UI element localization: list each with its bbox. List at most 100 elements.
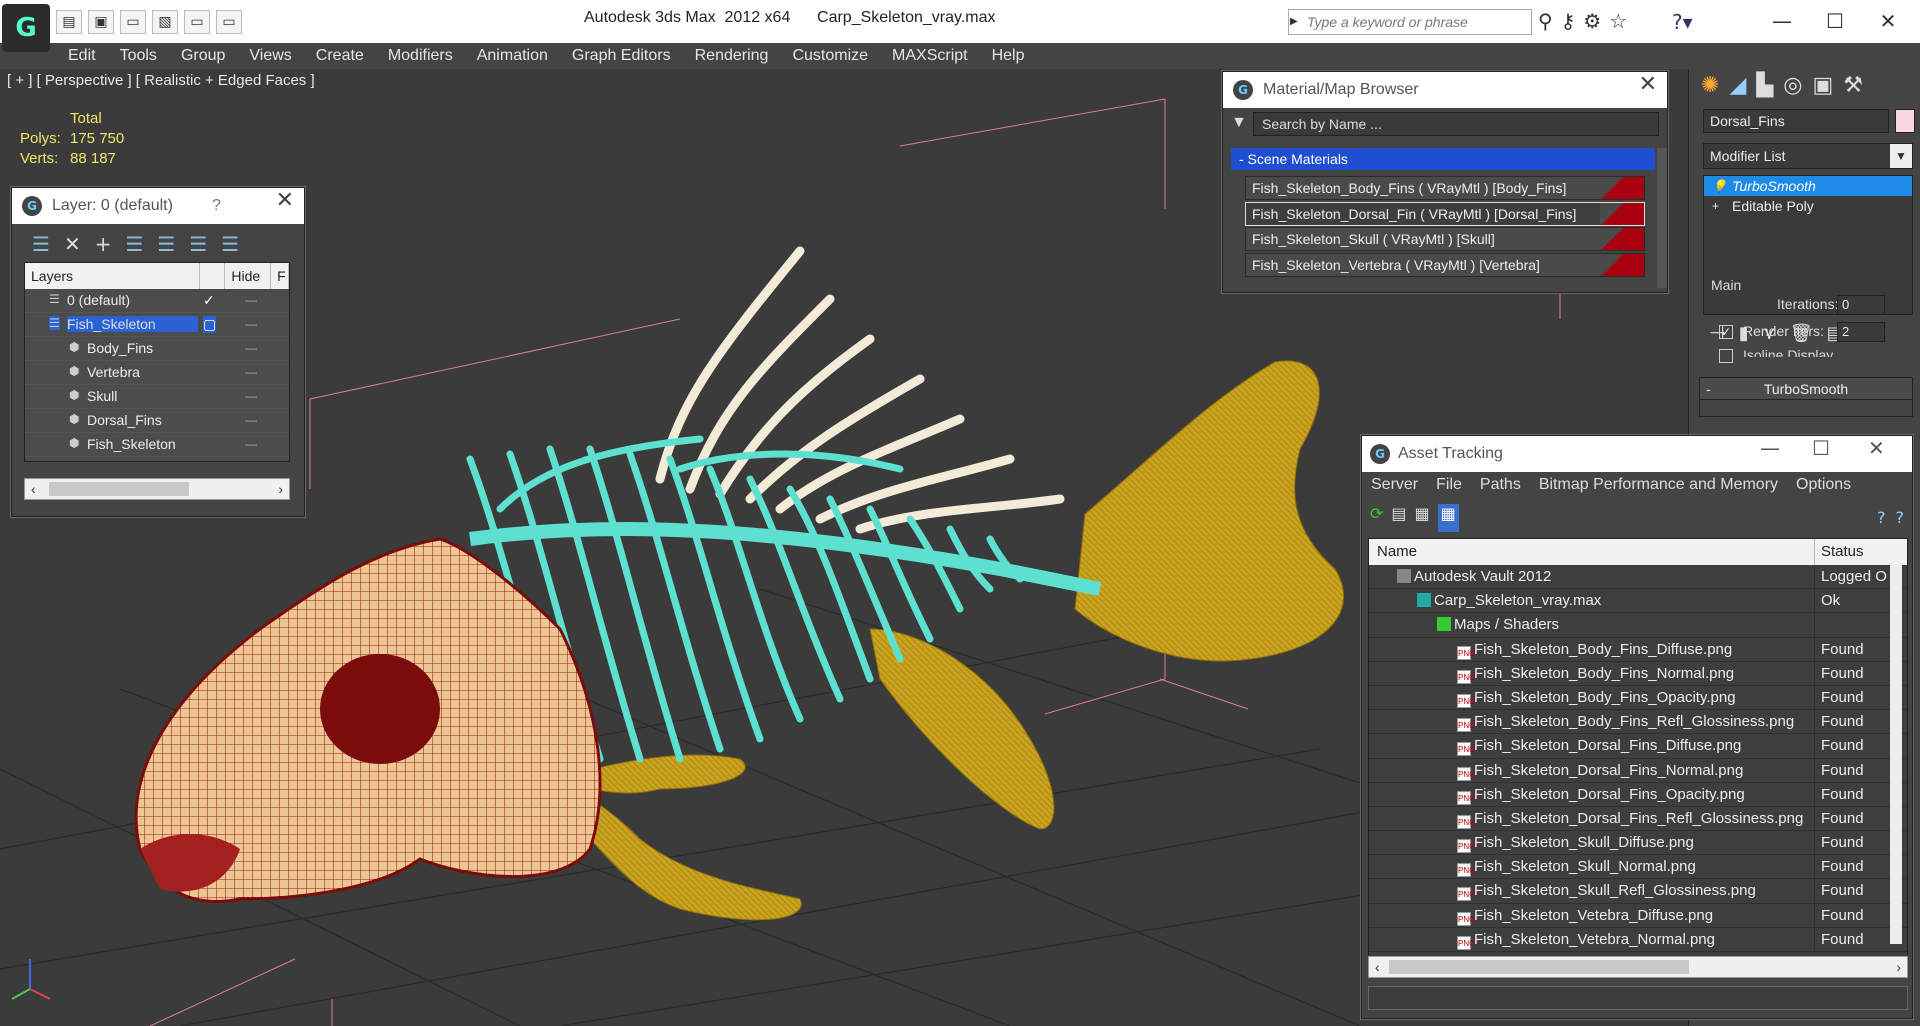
stack-item-editable-poly[interactable]: + Editable Poly	[1704, 196, 1912, 216]
menu-maxscript[interactable]: MAXScript	[880, 47, 980, 65]
menu-help[interactable]: Help	[980, 47, 1037, 65]
viewport-label[interactable]: [ + ] [ Perspective ] [ Realistic + Edge…	[7, 72, 315, 89]
key-icon[interactable]: ⚷	[1561, 9, 1576, 33]
scroll-right-icon[interactable]: ›	[1896, 957, 1901, 977]
asset-tracking-titlebar[interactable]: G Asset Tracking — ☐ ✕	[1362, 436, 1912, 472]
asset-row[interactable]: PNGFish_Skeleton_Vetebra_Diffuse.png Foun…	[1369, 903, 1907, 928]
layer-row[interactable]: ☰ Fish_Skeleton ▢ —	[25, 313, 289, 337]
hide-all-icon[interactable]: ☰	[189, 232, 207, 264]
status-column-header[interactable]: Status	[1815, 539, 1864, 565]
iterations-spinner[interactable]: 0	[1837, 295, 1885, 315]
asset-menu-options[interactable]: Options	[1787, 476, 1860, 494]
create-layer-icon[interactable]: ☰	[32, 232, 50, 264]
material-item[interactable]: Fish_Skeleton_Vertebra ( VRayMtl ) [Vert…	[1245, 252, 1645, 277]
create-tab-icon[interactable]: ✺	[1701, 73, 1719, 105]
object-name-field[interactable]: Dorsal_Fins	[1703, 109, 1889, 133]
asset-menu-file[interactable]: File	[1427, 476, 1471, 494]
asset-row[interactable]: Carp_Skeleton_vray.max Ok	[1369, 589, 1907, 614]
asset-row[interactable]: Maps / Shaders	[1369, 613, 1907, 638]
layer-row[interactable]: ⬢ Dorsal_Fins —	[25, 409, 289, 433]
hide-toggle-icon[interactable]: —	[245, 365, 257, 379]
asset-row[interactable]: PNGFish_Skeleton_Skull_Refl_Glossiness.p…	[1369, 879, 1907, 904]
collapse-icon[interactable]: -	[1706, 378, 1711, 400]
asset-row[interactable]: PNGFish_Skeleton_Dorsal_Fins_Normal.png F…	[1369, 758, 1907, 783]
asset-maximize-button[interactable]: ☐	[1812, 436, 1830, 460]
asset-minimize-button[interactable]: —	[1760, 436, 1780, 460]
asset-menu-server[interactable]: Server	[1362, 476, 1427, 494]
rollout-title[interactable]: - TurboSmooth	[1700, 378, 1912, 400]
open-icon[interactable]: ▣	[88, 10, 114, 34]
asset-row[interactable]: PNGFish_Skeleton_Body_Fins_Diffuse.png Fo…	[1369, 637, 1907, 662]
utilities-tab-icon[interactable]: ⚒	[1843, 73, 1863, 105]
menu-create[interactable]: Create	[304, 47, 376, 65]
material-search-input[interactable]: Search by Name ...	[1253, 112, 1659, 136]
table-view-icon[interactable]: ▦	[1437, 504, 1459, 532]
layer-row[interactable]: ⬢ Fish_Skeleton —	[25, 433, 289, 457]
asset-row[interactable]: PNGFish_Skeleton_Vetebra_Normal.png Found	[1369, 927, 1907, 952]
hide-toggle-icon[interactable]: —	[245, 413, 257, 427]
menu-rendering[interactable]: Rendering	[683, 47, 781, 65]
current-layer-check-icon[interactable]: ✓	[203, 292, 215, 309]
search-expand-icon[interactable]: ▶	[1290, 9, 1304, 35]
undo-icon[interactable]: ▧	[152, 10, 178, 34]
modifier-list-dropdown[interactable]: Modifier List ▼	[1703, 143, 1913, 169]
bulb-icon[interactable]: 💡	[1712, 176, 1727, 196]
subscription-icon[interactable]: ⚙	[1583, 9, 1601, 33]
render-iters-spinner[interactable]: 2	[1837, 322, 1885, 342]
isoline-checkbox[interactable]	[1719, 349, 1733, 363]
motion-tab-icon[interactable]: ◎	[1783, 73, 1802, 105]
highlight-layer-icon[interactable]: ☰	[157, 232, 175, 264]
expand-icon[interactable]: +	[1712, 196, 1719, 216]
asset-row[interactable]: PNGFish_Skeleton_Dorsal_Fins_Opacity.png…	[1369, 782, 1907, 807]
scroll-left-icon[interactable]: ‹	[31, 479, 36, 499]
layer-help-button[interactable]: ?	[212, 188, 221, 224]
layer-row[interactable]: ⬢ Vertebra —	[25, 361, 289, 385]
asset-menu-paths[interactable]: Paths	[1471, 476, 1530, 494]
asset-row[interactable]: PNGFish_Skeleton_Body_Fins_Refl_Glossine…	[1369, 710, 1907, 735]
scroll-thumb[interactable]	[1389, 960, 1689, 974]
material-item[interactable]: Fish_Skeleton_Body_Fins ( VRayMtl ) [Bod…	[1245, 176, 1645, 200]
hide-toggle-icon[interactable]: —	[245, 437, 257, 451]
asset-row[interactable]: PNGFish_Skeleton_Skull_Diffuse.png Found	[1369, 831, 1907, 856]
object-color-swatch[interactable]	[1895, 109, 1915, 133]
layer-row[interactable]: ⬢ Skull —	[25, 385, 289, 409]
select-objects-icon[interactable]: ☰	[125, 232, 143, 264]
close-button[interactable]: ✕	[1868, 6, 1908, 36]
scroll-thumb[interactable]	[49, 482, 189, 496]
scene-materials-header[interactable]: - Scene Materials	[1231, 148, 1655, 170]
menu-animation[interactable]: Animation	[465, 47, 560, 65]
minimize-button[interactable]: —	[1762, 6, 1802, 36]
asset-menu-bitmap-performance-and-memory[interactable]: Bitmap Performance and Memory	[1530, 476, 1787, 494]
layer-close-icon[interactable]: ✕	[276, 188, 294, 213]
material-vertical-scrollbar[interactable]	[1657, 148, 1667, 288]
3dsmax-logo-icon[interactable]: G	[2, 4, 50, 52]
add-to-layer-icon[interactable]: +	[95, 232, 112, 264]
display-tab-icon[interactable]: ▣	[1812, 73, 1833, 105]
binoculars-icon[interactable]: ⚲	[1538, 9, 1553, 33]
menu-customize[interactable]: Customize	[780, 47, 880, 65]
modify-tab-icon[interactable]: ◢	[1729, 73, 1746, 105]
layer-panel-titlebar[interactable]: G Layer: 0 (default) ? ✕	[12, 188, 304, 224]
menu-graph-editors[interactable]: Graph Editors	[560, 47, 683, 65]
asset-row[interactable]: Autodesk Vault 2012 Logged O	[1369, 565, 1907, 590]
hide-toggle-icon[interactable]: —	[245, 341, 257, 355]
hide-toggle-icon[interactable]: —	[245, 389, 257, 403]
redo-icon[interactable]: ▭	[184, 10, 210, 34]
menu-views[interactable]: Views	[237, 47, 303, 65]
hide-toggle-icon[interactable]: —	[245, 293, 257, 307]
material-close-icon[interactable]: ✕	[1639, 72, 1657, 97]
menu-modifiers[interactable]: Modifiers	[376, 47, 465, 65]
layer-horizontal-scrollbar[interactable]: ‹ ›	[24, 478, 290, 500]
delete-layer-icon[interactable]: ✕	[64, 232, 81, 264]
freeze-column-header[interactable]: F	[271, 263, 289, 289]
save-icon[interactable]: ▭	[120, 10, 146, 34]
menu-edit[interactable]: Edit	[56, 47, 108, 65]
asset-close-button[interactable]: ✕	[1868, 436, 1885, 460]
layer-row[interactable]: ⬢ Body_Fins —	[25, 337, 289, 361]
list-view-icon[interactable]: ▤	[1391, 504, 1406, 532]
freeze-all-icon[interactable]: ☰	[221, 232, 239, 264]
asset-horizontal-scrollbar[interactable]: ‹ ›	[1368, 956, 1908, 978]
help-icon[interactable]: ?	[1877, 508, 1886, 527]
render-iters-checkbox[interactable]: ✓	[1719, 325, 1733, 339]
asset-row[interactable]: PNGFish_Skeleton_Skull_Normal.png Found	[1369, 855, 1907, 880]
